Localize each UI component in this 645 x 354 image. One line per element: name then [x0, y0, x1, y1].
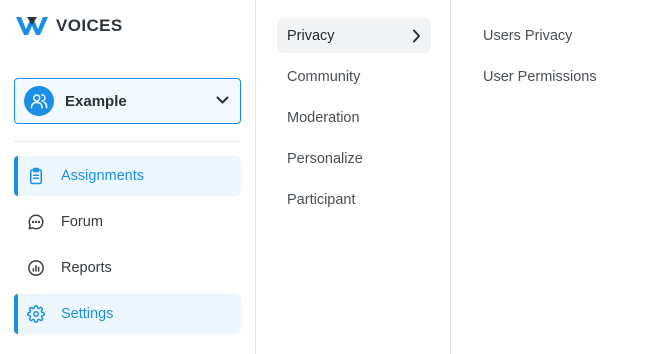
privacy-submenu: Users Privacy User Permissions	[452, 0, 645, 354]
sidebar-item-label: Settings	[61, 306, 114, 322]
chart-icon	[28, 260, 44, 276]
sidebar-item-assignments[interactable]: Assignments	[14, 156, 241, 196]
sidebar-item-reports[interactable]: Reports	[14, 248, 241, 288]
workspace-selector[interactable]: Example	[14, 78, 241, 124]
sidebar-divider	[14, 141, 241, 142]
sidebar-item-label: Forum	[61, 214, 103, 230]
active-indicator	[14, 156, 18, 196]
gear-icon	[27, 305, 45, 323]
category-participant[interactable]: Participant	[277, 182, 431, 217]
submenu-user-permissions[interactable]: User Permissions	[483, 68, 597, 86]
brand-logo[interactable]: VOICES	[14, 14, 123, 38]
chevron-right-icon	[413, 29, 420, 43]
active-indicator	[14, 294, 18, 334]
category-label: Community	[287, 68, 361, 85]
sidebar-item-forum[interactable]: Forum	[14, 202, 241, 242]
workspace-name: Example	[65, 92, 127, 110]
category-label: Personalize	[287, 150, 363, 167]
workspace-avatar	[24, 86, 54, 116]
chevron-down-icon[interactable]	[216, 95, 229, 105]
chat-bubble-icon	[28, 214, 44, 230]
clipboard-icon	[30, 167, 42, 185]
sidebar-item-settings[interactable]: Settings	[14, 294, 241, 334]
category-moderation[interactable]: Moderation	[277, 100, 431, 135]
sidebar-item-label: Assignments	[61, 168, 145, 184]
category-label: Participant	[287, 191, 356, 208]
category-privacy[interactable]: Privacy	[277, 18, 431, 53]
sidebar-item-label: Reports	[61, 260, 112, 276]
settings-category-menu: Privacy Community Moderation Personalize…	[257, 0, 451, 354]
submenu-users-privacy[interactable]: Users Privacy	[483, 27, 572, 45]
voices-logo-icon	[16, 17, 48, 35]
brand-name: VOICES	[56, 16, 123, 35]
category-label: Moderation	[287, 109, 360, 126]
category-community[interactable]: Community	[277, 59, 431, 94]
category-label: Privacy	[287, 27, 335, 44]
sidebar: VOICES Example Assignments Forum Reports…	[0, 0, 256, 354]
category-personalize[interactable]: Personalize	[277, 141, 431, 176]
users-icon	[30, 94, 48, 109]
